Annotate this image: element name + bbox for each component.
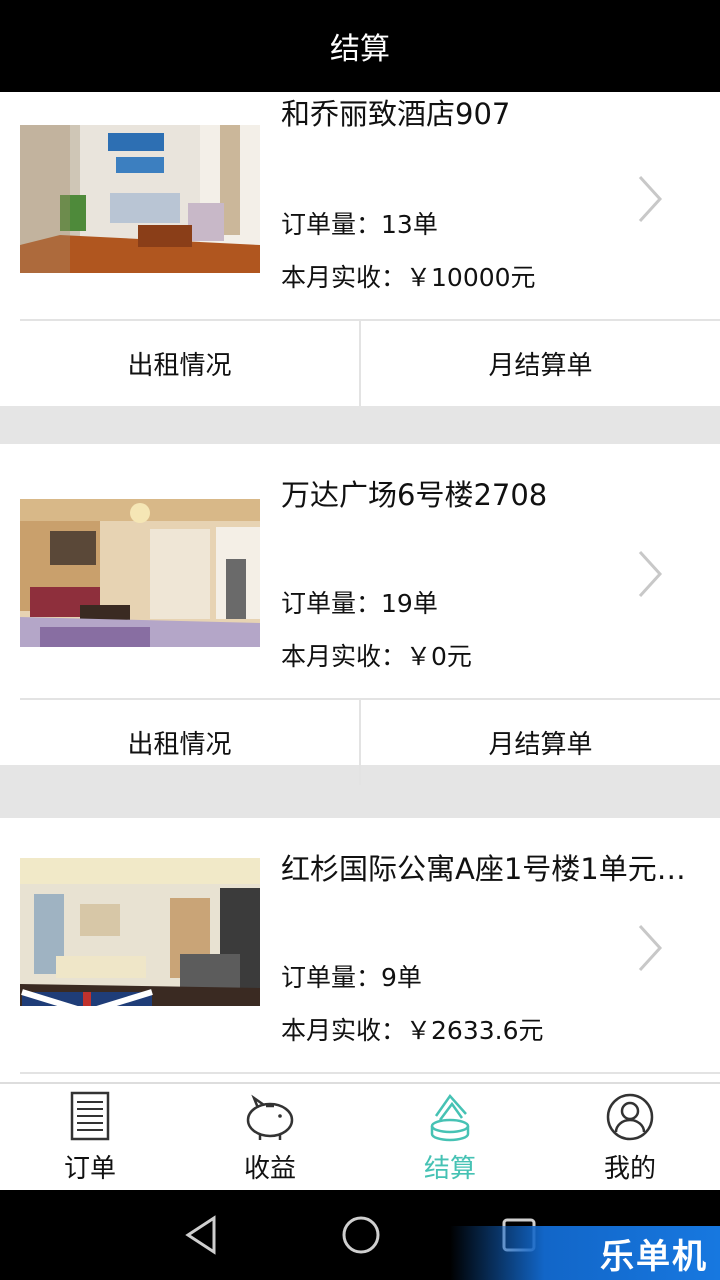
chevron-right-icon[interactable] bbox=[636, 173, 666, 225]
order-count-label: 订单量： bbox=[281, 589, 382, 618]
property-photo bbox=[20, 858, 260, 1006]
property-card[interactable]: 和乔丽致酒店907 订单量： 13单 本月实收： ￥10000元 出租情况 月结… bbox=[0, 92, 720, 406]
tab-label: 收益 bbox=[243, 1154, 296, 1184]
monthly-income: 本月实收： ￥0元 bbox=[281, 637, 472, 673]
monthly-statement-button[interactable]: 月结算单 bbox=[359, 700, 720, 785]
watermark-text: 乐单机 bbox=[600, 1236, 708, 1277]
monthly-income-label: 本月实收： bbox=[281, 642, 407, 671]
property-card[interactable]: 红杉国际公寓A座1号楼1单元1... 订单量： 9单 本月实收： ￥2633.6… bbox=[0, 818, 720, 1082]
order-count: 订单量： 13单 bbox=[281, 205, 438, 241]
order-count-label: 订单量： bbox=[281, 210, 382, 239]
tab-label: 我的 bbox=[603, 1154, 656, 1184]
home-icon[interactable] bbox=[336, 1210, 386, 1260]
user-circle-icon bbox=[606, 1093, 654, 1141]
card-actions: 出租情况 月结算单 bbox=[0, 700, 720, 785]
monthly-income-value: ￥10000元 bbox=[406, 263, 536, 292]
monthly-income-value: ￥2633.6元 bbox=[406, 1016, 544, 1045]
page-title: 结算 bbox=[330, 32, 390, 67]
monthly-statement-button[interactable]: 月结算单 bbox=[359, 321, 720, 406]
piggy-bank-icon bbox=[246, 1094, 294, 1140]
property-photo bbox=[20, 499, 260, 647]
order-count-value: 19单 bbox=[381, 589, 438, 618]
chevron-right-icon[interactable] bbox=[636, 548, 666, 600]
card-actions: 出租情况 月结算单 bbox=[0, 321, 720, 406]
rental-status-button[interactable]: 出租情况 bbox=[0, 700, 359, 785]
title-bar: 结算 bbox=[0, 0, 720, 92]
watermark-logo: 乐单机 bbox=[450, 1226, 720, 1280]
tab-label: 结算 bbox=[423, 1154, 476, 1184]
property-photo bbox=[20, 125, 260, 273]
monthly-income: 本月实收： ￥2633.6元 bbox=[281, 1011, 544, 1047]
monthly-income: 本月实收： ￥10000元 bbox=[281, 258, 536, 294]
bottom-tab-bar: 订单 收益 结算 我的 bbox=[0, 1082, 720, 1190]
monthly-income-value: ￥0元 bbox=[406, 642, 472, 671]
property-name: 红杉国际公寓A座1号楼1单元1... bbox=[281, 852, 701, 886]
property-name: 和乔丽致酒店907 bbox=[281, 97, 511, 131]
property-list[interactable]: 和乔丽致酒店907 订单量： 13单 本月实收： ￥10000元 出租情况 月结… bbox=[0, 92, 720, 1082]
tab-orders[interactable]: 订单 bbox=[0, 1084, 180, 1190]
document-icon bbox=[70, 1091, 110, 1141]
tab-earnings[interactable]: 收益 bbox=[180, 1084, 360, 1190]
tab-settlement[interactable]: 结算 bbox=[360, 1084, 540, 1190]
order-count-value: 9单 bbox=[381, 963, 422, 992]
order-count: 订单量： 9单 bbox=[281, 958, 422, 994]
order-count: 订单量： 19单 bbox=[281, 584, 438, 620]
tab-me[interactable]: 我的 bbox=[540, 1084, 720, 1190]
order-count-label: 订单量： bbox=[281, 963, 382, 992]
chevron-right-icon[interactable] bbox=[636, 922, 666, 974]
coins-stack-icon bbox=[430, 1093, 470, 1142]
monthly-income-label: 本月实收： bbox=[281, 263, 407, 292]
monthly-income-label: 本月实收： bbox=[281, 1016, 407, 1045]
property-card[interactable]: 万达广场6号楼2708 订单量： 19单 本月实收： ￥0元 出租情况 月结算单 bbox=[0, 444, 720, 785]
order-count-value: 13单 bbox=[381, 210, 438, 239]
property-name: 万达广场6号楼2708 bbox=[281, 478, 548, 512]
rental-status-button[interactable]: 出租情况 bbox=[0, 321, 359, 406]
tab-label: 订单 bbox=[63, 1154, 116, 1184]
divider bbox=[20, 1072, 720, 1074]
back-icon[interactable] bbox=[178, 1210, 228, 1260]
